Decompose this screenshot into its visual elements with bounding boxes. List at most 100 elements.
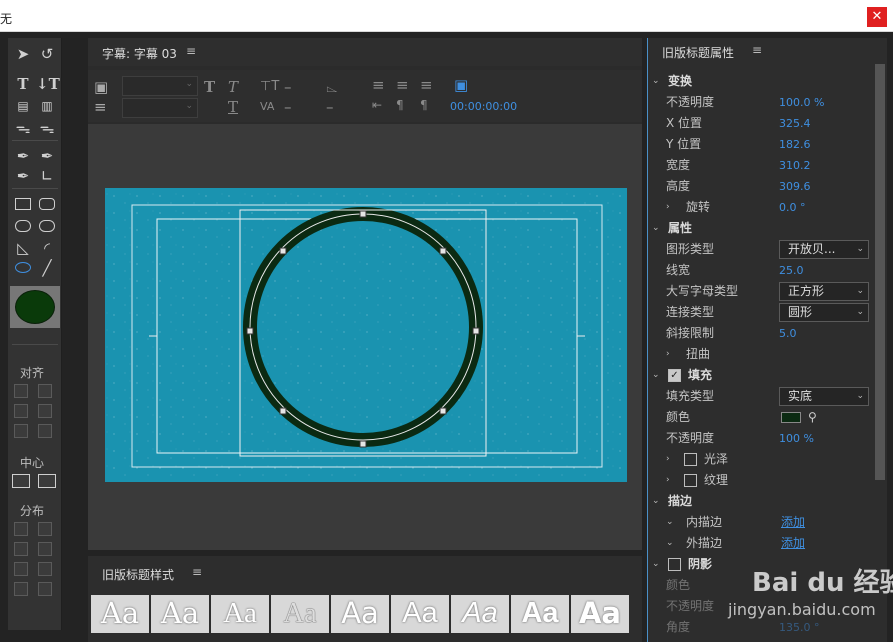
twirl-right-icon[interactable]: › [666,197,670,218]
vertical-area-type-tool-icon[interactable]: ▥ [36,96,58,116]
roll-crawl-icon[interactable]: ≡ [94,98,107,116]
align-bottom-icon[interactable] [38,424,52,438]
align-left-icon[interactable] [14,384,28,398]
align-left-text-icon[interactable]: ≡ [372,76,385,94]
line-width-value[interactable]: 25.0 [779,260,804,281]
twirl-down-icon[interactable]: ⌄ [652,218,660,239]
rotation-value[interactable]: 0.0 ° [779,197,806,218]
leading-icon[interactable]: ⌳ [326,78,338,96]
shadow-checkbox[interactable] [668,558,681,571]
style-swatch[interactable]: Aa [511,595,569,633]
leading-value[interactable]: – [326,98,334,116]
kerning-icon[interactable]: VA [260,98,274,116]
style-swatch[interactable]: Aa [571,595,629,633]
twirl-right-icon[interactable]: › [666,449,670,470]
delete-anchor-tool-icon[interactable]: ✒ [36,146,58,166]
title-canvas[interactable] [88,124,642,550]
paragraph-right-icon[interactable]: ¶ [420,96,428,114]
font-style-select[interactable]: ⌄ [122,98,198,118]
twirl-right-icon[interactable]: › [666,470,670,491]
clipped-corner-tool-icon[interactable] [15,220,31,232]
rounded-corner-tool-icon[interactable] [39,220,55,232]
fill-section-row[interactable]: ⌄ ✓ 填充 [648,365,874,386]
distribute-hcenter-icon[interactable] [14,542,28,556]
fill-opacity-value[interactable]: 100 % [779,428,814,449]
twirl-down-icon[interactable]: ⌄ [666,512,674,533]
bold-icon[interactable]: T [204,78,215,96]
style-swatch[interactable]: Aa [91,595,149,633]
twirl-down-icon[interactable]: ⌄ [652,71,660,92]
wedge-tool-icon[interactable]: ◺ [12,238,34,258]
add-anchor-tool-icon[interactable]: ✒ [12,166,34,186]
twirl-down-icon[interactable]: ⌄ [652,365,660,386]
pen-tool-icon[interactable]: ✒ [12,146,34,166]
properties-menu-icon[interactable]: ≡ [752,43,762,57]
properties-section-row[interactable]: ⌄ 属性 [648,218,874,239]
italic-icon[interactable]: T [228,78,238,96]
vertical-path-type-tool-icon[interactable]: ᯓ [36,118,58,138]
convert-anchor-tool-icon[interactable]: ∟ [36,166,58,186]
paragraph-icon[interactable]: ¶ [396,96,404,114]
style-swatch[interactable]: Aa [271,595,329,633]
stroke-section-row[interactable]: ⌄ 描边 [648,491,874,512]
editor-tab-title[interactable]: 字幕: 字幕 03 [102,45,177,62]
transform-section-row[interactable]: ⌄ 变换 [648,71,874,92]
style-swatch[interactable]: Aa [331,595,389,633]
height-value[interactable]: 309.6 [779,176,811,197]
style-swatch[interactable]: Aa [391,595,449,633]
vertical-type-tool-icon[interactable]: ↓T [36,74,60,94]
kerning-value[interactable]: – [284,98,292,116]
font-size-icon[interactable]: ⊤T [260,78,279,96]
style-swatch[interactable]: Aa [451,595,509,633]
rounded-rectangle-tool-icon[interactable] [39,198,55,210]
distribute-v-space-icon[interactable] [38,582,52,596]
sheen-checkbox[interactable] [684,453,697,466]
fill-color-swatch[interactable] [781,412,801,423]
arc-tool-icon[interactable]: ◜ [36,238,58,258]
distribute-bottom-icon[interactable] [38,562,52,576]
ellipse-tool-icon[interactable] [15,262,31,273]
center-horizontal-icon[interactable] [12,474,30,488]
style-swatch[interactable]: Aa [211,595,269,633]
texture-checkbox[interactable] [684,474,697,487]
x-position-value[interactable]: 325.4 [779,113,811,134]
add-inner-stroke-link[interactable]: 添加 [781,512,805,533]
distribute-left-icon[interactable] [14,522,28,536]
show-background-video-icon[interactable]: ▣ [454,76,468,94]
miter-limit-value[interactable]: 5.0 [779,323,797,344]
styles-menu-icon[interactable]: ≡ [192,565,202,579]
align-vcenter-icon[interactable] [38,404,52,418]
type-tool-icon[interactable]: T [12,74,34,94]
tab-stops-icon[interactable]: ⇤ [372,96,382,114]
join-type-select[interactable]: 圆形 ⌄ [779,303,869,322]
align-hcenter-icon[interactable] [14,404,28,418]
twirl-right-icon[interactable]: › [666,344,670,365]
line-tool-icon[interactable]: ╱ [36,258,58,278]
shadow-section-row[interactable]: ⌄ 阴影 [648,554,874,575]
editor-menu-icon[interactable]: ≡ [186,44,196,58]
graphic-type-select[interactable]: 开放贝... ⌄ [779,240,869,259]
rectangle-tool-icon[interactable] [15,198,31,210]
font-size-value[interactable]: – [284,78,292,96]
twirl-down-icon[interactable]: ⌄ [652,554,660,575]
y-position-value[interactable]: 182.6 [779,134,811,155]
area-type-tool-icon[interactable]: ▤ [12,96,34,116]
align-top-icon[interactable] [38,384,52,398]
style-swatch[interactable]: Aa [151,595,209,633]
twirl-down-icon[interactable]: ⌄ [666,533,674,554]
distribute-vcenter-icon[interactable] [38,542,52,556]
new-title-icon[interactable]: ▣ [94,78,108,96]
font-family-select[interactable]: ⌄ [122,76,198,96]
center-vertical-icon[interactable] [38,474,56,488]
opacity-value[interactable]: 100.0 % [779,92,824,113]
close-button[interactable]: ✕ [867,7,887,27]
eyedropper-icon[interactable]: ⚲ [808,407,817,428]
width-value[interactable]: 310.2 [779,155,811,176]
underline-icon[interactable]: T [228,98,238,116]
fill-type-select[interactable]: 实底 ⌄ [779,387,869,406]
fill-checkbox[interactable]: ✓ [668,369,681,382]
selection-tool-icon[interactable]: ➤ [12,44,34,64]
add-outer-stroke-link[interactable]: 添加 [781,533,805,554]
distribute-top-icon[interactable] [38,522,52,536]
distribute-right-icon[interactable] [14,562,28,576]
